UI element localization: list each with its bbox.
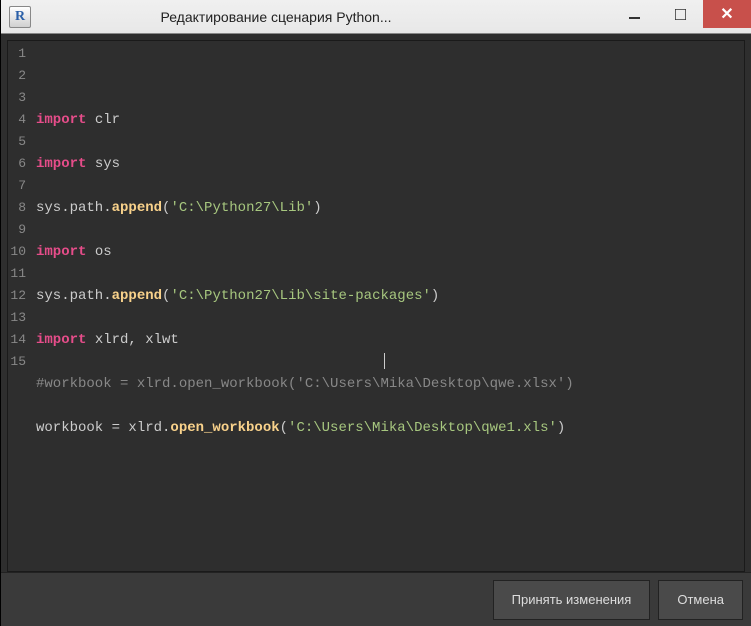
code-line[interactable]: import sys <box>36 153 744 175</box>
titlebar[interactable]: R Редактирование сценария Python... ✕ <box>1 0 751 34</box>
code-token: ) <box>431 288 439 304</box>
text-cursor <box>384 353 385 369</box>
line-number: 6 <box>8 153 26 175</box>
close-icon: ✕ <box>720 4 733 24</box>
close-button[interactable]: ✕ <box>703 0 751 28</box>
accept-button[interactable]: Принять изменения <box>493 580 651 620</box>
code-line[interactable]: import clr <box>36 109 744 131</box>
line-number: 7 <box>8 175 26 197</box>
minimize-icon <box>629 9 640 20</box>
code-line[interactable]: sys.path.append('C:\Python27\Lib\site-pa… <box>36 285 744 307</box>
code-token: sys <box>86 156 120 172</box>
code-token: clr <box>86 112 120 128</box>
window-title: Редактирование сценария Python... <box>0 9 611 25</box>
line-number: 14 <box>8 329 26 351</box>
line-number: 8 <box>8 197 26 219</box>
window-controls: ✕ <box>611 0 751 33</box>
code-token: append <box>112 200 162 216</box>
line-number-gutter: 123456789101112131415 <box>8 41 30 571</box>
minimize-button[interactable] <box>611 0 657 28</box>
code-token: ( <box>280 420 288 436</box>
code-token: ) <box>557 420 565 436</box>
code-token: import <box>36 332 86 348</box>
dialog-button-bar: Принять изменения Отмена <box>1 572 751 626</box>
code-token: #workbook = xlrd.open_workbook('C:\Users… <box>36 376 574 392</box>
code-token: workbook = xlrd. <box>36 420 170 436</box>
code-token: xlrd, xlwt <box>86 332 178 348</box>
line-number: 5 <box>8 131 26 153</box>
line-number: 9 <box>8 219 26 241</box>
code-line[interactable]: sys.path.append('C:\Python27\Lib') <box>36 197 744 219</box>
code-line[interactable] <box>36 131 744 153</box>
python-editor-window: R Редактирование сценария Python... ✕ 12… <box>0 0 751 626</box>
line-number: 10 <box>8 241 26 263</box>
code-line[interactable]: workbook = xlrd.open_workbook('C:\Users\… <box>36 417 744 439</box>
line-number: 15 <box>8 351 26 373</box>
code-token: sys.path. <box>36 288 112 304</box>
code-token: import <box>36 156 86 172</box>
code-content[interactable]: import clrimport syssys.path.append('C:\… <box>30 41 744 571</box>
code-line[interactable]: import xlrd, xlwt <box>36 329 744 351</box>
line-number: 4 <box>8 109 26 131</box>
line-number: 2 <box>8 65 26 87</box>
code-line[interactable] <box>36 175 744 197</box>
code-token: sys.path. <box>36 200 112 216</box>
code-token: open_workbook <box>170 420 279 436</box>
line-number: 3 <box>8 87 26 109</box>
line-number: 11 <box>8 263 26 285</box>
code-line[interactable] <box>36 307 744 329</box>
code-token: ) <box>313 200 321 216</box>
code-token: append <box>112 288 162 304</box>
code-token: import <box>36 112 86 128</box>
code-token: 'C:\Users\Mika\Desktop\qwe1.xls' <box>288 420 557 436</box>
code-line[interactable] <box>36 351 744 373</box>
code-line[interactable] <box>36 263 744 285</box>
code-token: 'C:\Python27\Lib\site-packages' <box>170 288 430 304</box>
line-number: 12 <box>8 285 26 307</box>
code-editor[interactable]: 123456789101112131415 import clrimport s… <box>7 40 745 572</box>
code-token: os <box>86 244 111 260</box>
line-number: 13 <box>8 307 26 329</box>
code-line[interactable] <box>36 395 744 417</box>
code-line[interactable] <box>36 219 744 241</box>
line-number: 1 <box>8 43 26 65</box>
cancel-button[interactable]: Отмена <box>658 580 743 620</box>
code-token: import <box>36 244 86 260</box>
maximize-icon <box>675 9 686 20</box>
code-token: 'C:\Python27\Lib' <box>170 200 313 216</box>
maximize-button[interactable] <box>657 0 703 28</box>
code-line[interactable]: import os <box>36 241 744 263</box>
code-line[interactable]: #workbook = xlrd.open_workbook('C:\Users… <box>36 373 744 395</box>
